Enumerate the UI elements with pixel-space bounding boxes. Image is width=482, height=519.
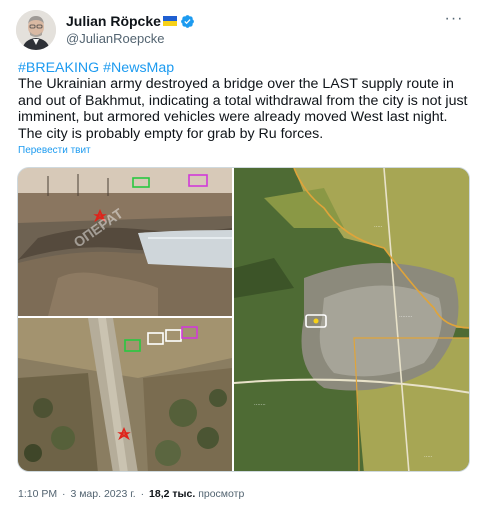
- tweet-text: #BREAKING #NewsMap The Ukrainian army de…: [18, 60, 470, 142]
- translate-tweet-link[interactable]: Перевести твит: [18, 145, 91, 156]
- svg-text:········: ········: [399, 314, 413, 320]
- tweet-header: Julian Röpcke @JulianRoepcke ···: [16, 10, 468, 50]
- display-name-row: Julian Röpcke: [66, 12, 195, 30]
- author-names: Julian Röpcke @JulianRoepcke: [66, 12, 195, 46]
- svg-text:·····: ·····: [424, 454, 433, 460]
- meta-separator: ·: [62, 488, 66, 500]
- verified-badge-icon[interactable]: [180, 14, 195, 29]
- author-display-name[interactable]: Julian Röpcke: [66, 13, 161, 29]
- avatar[interactable]: [16, 10, 56, 50]
- media-divider-horizontal: [18, 316, 232, 318]
- tweet-card: Julian Röpcke @JulianRoepcke ··· #BREAKI…: [0, 0, 482, 519]
- more-options-icon[interactable]: ···: [444, 11, 464, 30]
- avatar-image: [16, 10, 56, 50]
- media-photo-map[interactable]: ····· ········ ······· ·····: [234, 168, 470, 472]
- meta-separator: ·: [140, 488, 145, 500]
- views-label: просмотр: [198, 488, 245, 500]
- media-photo-bridge[interactable]: ОПЕРАТ: [18, 168, 232, 316]
- hashtag-breaking[interactable]: #BREAKING: [18, 60, 99, 76]
- tweet-time[interactable]: 1:10 PM: [18, 488, 57, 500]
- ukraine-flag-icon: [162, 16, 177, 26]
- author-handle[interactable]: @JulianRoepcke: [66, 31, 195, 46]
- media-grid: ОПЕРАТ ····· ········ ······· ·····: [17, 167, 470, 472]
- tweet-meta: 1:10 PM · 3 мар. 2023 г. · 18,2 тыс. про…: [18, 488, 244, 500]
- tweet-body: The Ukrainian army destroyed a bridge ov…: [18, 76, 468, 142]
- media-photo-aerial[interactable]: [18, 318, 232, 472]
- svg-text:·····: ·····: [374, 224, 383, 230]
- hashtag-newsmap[interactable]: #NewsMap: [103, 60, 174, 76]
- svg-text:·······: ·······: [254, 402, 266, 408]
- views-count: 18,2 тыс.: [149, 488, 196, 500]
- tweet-date[interactable]: 3 мар. 2023 г.: [70, 488, 135, 500]
